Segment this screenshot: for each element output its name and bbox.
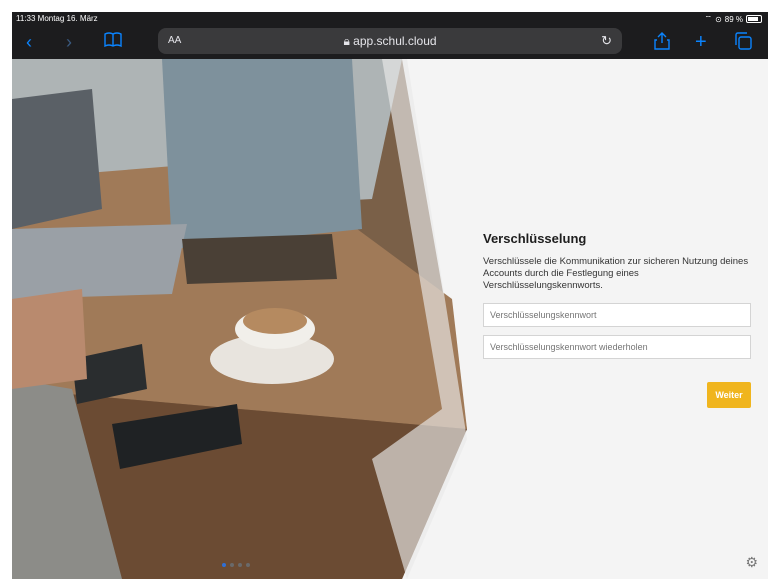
password-input[interactable] [483, 303, 751, 327]
gear-icon[interactable]: ⚙ [745, 554, 758, 571]
form-heading: Verschlüsselung [483, 231, 587, 246]
back-icon[interactable]: ‹ [26, 32, 32, 52]
lock-icon: 🔒︎ [343, 34, 350, 48]
encryption-form: Verschlüsselung Verschlüssele die Kommun… [483, 231, 751, 408]
browser-toolbar: ‹ › AA 🔒︎ app.schul.cloud ↻ + [12, 26, 768, 59]
carousel-dot[interactable] [238, 563, 242, 567]
page-content: Verschlüsselung Verschlüssele die Kommun… [12, 59, 768, 579]
status-time: 11:33 Montag 16. März [16, 14, 98, 23]
share-icon[interactable] [654, 32, 670, 54]
reload-icon[interactable]: ↻ [601, 33, 612, 49]
carousel-dot[interactable] [246, 563, 250, 567]
tabs-icon[interactable] [734, 32, 752, 54]
bookmarks-icon[interactable] [104, 32, 122, 54]
status-indicators: ⌔ ⊙ 89 % [705, 14, 762, 24]
url-text: app.schul.cloud [353, 34, 437, 48]
new-tab-icon[interactable]: + [695, 32, 707, 52]
address-bar[interactable]: AA 🔒︎ app.schul.cloud ↻ [158, 28, 622, 54]
battery-icon [746, 15, 762, 23]
password-repeat-input[interactable] [483, 335, 751, 359]
orientation-lock-icon: ⊙ [715, 14, 722, 24]
url-field[interactable]: 🔒︎ app.schul.cloud [158, 34, 622, 49]
carousel-dot[interactable] [230, 563, 234, 567]
continue-button[interactable]: Weiter [707, 382, 751, 408]
form-description: Verschlüssele die Kommunikation zur sich… [483, 256, 749, 291]
carousel-indicator [222, 563, 250, 567]
battery-percent: 89 % [724, 14, 743, 24]
forward-icon[interactable]: › [66, 32, 72, 52]
wifi-icon: ⌔ [704, 14, 713, 23]
browser-window: 11:33 Montag 16. März ⌔ ⊙ 89 % ‹ › AA 🔒︎… [12, 12, 768, 579]
carousel-dot[interactable] [222, 563, 226, 567]
status-bar: 11:33 Montag 16. März ⌔ ⊙ 89 % [12, 12, 768, 26]
